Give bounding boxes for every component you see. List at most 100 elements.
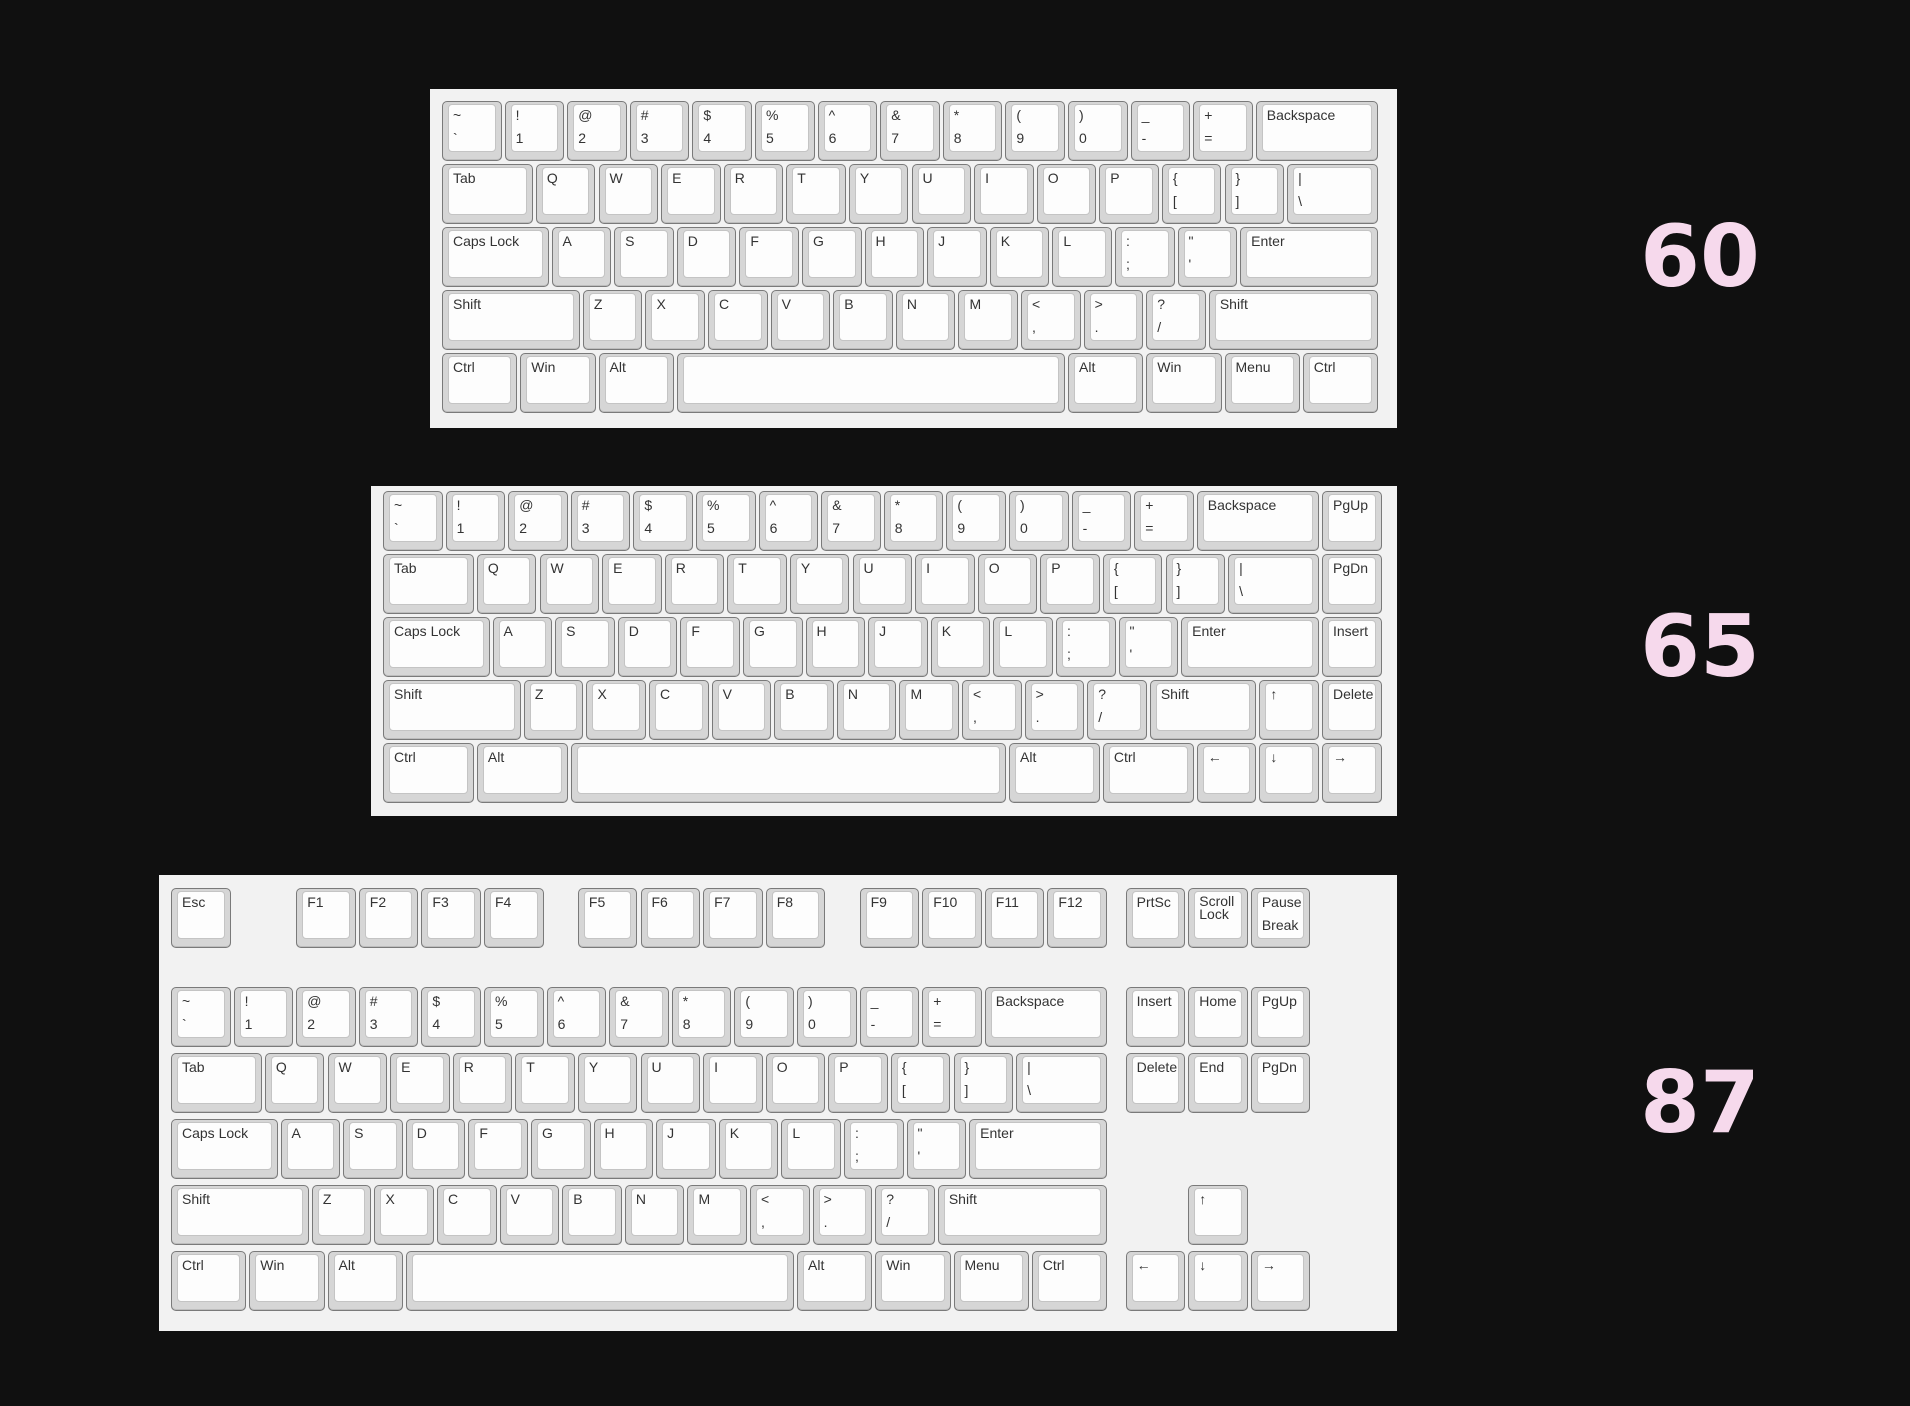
key-h[interactable]: H: [864, 227, 925, 287]
key-z[interactable]: Z: [311, 1185, 372, 1245]
key-tab[interactable]: Tab: [383, 554, 474, 614]
key-b[interactable]: B: [833, 290, 893, 350]
key-ctrl[interactable]: Ctrl: [1031, 1251, 1107, 1311]
key-l[interactable]: L: [1052, 227, 1112, 287]
key-7[interactable]: & 7: [880, 101, 940, 161]
key-shift[interactable]: Shift: [171, 1185, 309, 1245]
key-win[interactable]: Win: [875, 1251, 951, 1311]
key-q[interactable]: Q: [535, 164, 596, 224]
key-menu[interactable]: Menu: [953, 1251, 1029, 1311]
key-7[interactable]: & 7: [821, 491, 881, 551]
key-left-bracket[interactable]: {[: [890, 1053, 951, 1113]
key-j[interactable]: J: [656, 1119, 716, 1179]
key-4[interactable]: $4: [692, 101, 752, 161]
key-quote[interactable]: " ': [1177, 227, 1238, 287]
key-backslash[interactable]: | \: [1228, 554, 1319, 614]
key-r[interactable]: R: [664, 554, 725, 614]
key-q[interactable]: Q: [264, 1053, 325, 1113]
key-b[interactable]: B: [774, 680, 834, 740]
key-l[interactable]: L: [993, 617, 1053, 677]
key-k[interactable]: K: [718, 1119, 779, 1179]
key-equal[interactable]: + =: [1193, 101, 1253, 161]
key-shift[interactable]: Shift: [937, 1185, 1107, 1245]
key-5[interactable]: % 5: [484, 987, 544, 1047]
key-w[interactable]: W: [539, 554, 600, 614]
key-1[interactable]: ! 1: [445, 491, 506, 551]
key-2[interactable]: @2: [567, 101, 627, 161]
key-y[interactable]: Y: [789, 554, 850, 614]
key-f4[interactable]: F4: [484, 888, 544, 948]
key-f[interactable]: F: [739, 227, 799, 287]
key-t[interactable]: T: [727, 554, 787, 614]
key-u[interactable]: U: [911, 164, 972, 224]
key-k[interactable]: K: [989, 227, 1050, 287]
key-menu[interactable]: Menu: [1224, 353, 1300, 413]
key-minus[interactable]: _ -: [1071, 491, 1132, 551]
key-l[interactable]: L: [781, 1119, 841, 1179]
key-insert[interactable]: Insert: [1322, 617, 1382, 677]
key-q[interactable]: Q: [476, 554, 537, 614]
key-d[interactable]: D: [405, 1119, 466, 1179]
key-win[interactable]: Win: [520, 353, 596, 413]
key-u[interactable]: U: [852, 554, 913, 614]
key-v[interactable]: V: [711, 680, 772, 740]
key-6[interactable]: ^ 6: [817, 101, 878, 161]
key-f9[interactable]: F9: [859, 888, 920, 948]
key-right-bracket[interactable]: }]: [1224, 164, 1285, 224]
key-9[interactable]: (9: [1005, 101, 1065, 161]
key-9[interactable]: (9: [946, 491, 1006, 551]
key-slash[interactable]: ? /: [1087, 680, 1147, 740]
key-alt[interactable]: Alt: [797, 1251, 873, 1311]
key-u[interactable]: U: [640, 1053, 701, 1113]
key-s[interactable]: S: [614, 227, 674, 287]
key-scroll-lock[interactable]: Scroll Lock: [1188, 888, 1248, 948]
key-f1[interactable]: F1: [296, 888, 356, 948]
key-o[interactable]: O: [765, 1053, 826, 1113]
key-o[interactable]: O: [977, 554, 1038, 614]
key-h[interactable]: H: [593, 1119, 654, 1179]
key-comma[interactable]: <,: [962, 680, 1022, 740]
key-minus[interactable]: _ -: [1130, 101, 1191, 161]
key-alt[interactable]: Alt: [1009, 743, 1100, 803]
key-5[interactable]: % 5: [755, 101, 815, 161]
key-caps-lock[interactable]: Caps Lock: [442, 227, 549, 287]
key-win[interactable]: Win: [249, 1251, 325, 1311]
key-0[interactable]: ) 0: [1009, 491, 1069, 551]
key-r[interactable]: R: [452, 1053, 513, 1113]
key-x[interactable]: X: [645, 290, 706, 350]
key-n[interactable]: N: [836, 680, 897, 740]
key-e[interactable]: E: [390, 1053, 450, 1113]
key-ctrl[interactable]: Ctrl: [1102, 743, 1194, 803]
key-3[interactable]: #3: [629, 101, 690, 161]
key-f11[interactable]: F11: [984, 888, 1045, 948]
key-ctrl[interactable]: Ctrl: [171, 1251, 247, 1311]
key-backspace[interactable]: Backspace: [1196, 491, 1319, 551]
key-down-arrow[interactable]: ↓: [1188, 1251, 1248, 1311]
key-x[interactable]: X: [586, 680, 647, 740]
key-up-arrow[interactable]: ↑: [1188, 1185, 1248, 1245]
key-caps-lock[interactable]: Caps Lock: [171, 1119, 278, 1179]
key-h[interactable]: H: [805, 617, 866, 677]
key-period[interactable]: >.: [812, 1185, 873, 1245]
key-slash[interactable]: ? /: [1146, 290, 1206, 350]
key-pgdn[interactable]: PgDn: [1250, 1053, 1311, 1113]
key-delete[interactable]: Delete: [1125, 1053, 1186, 1113]
key-r[interactable]: R: [723, 164, 784, 224]
key-f2[interactable]: F2: [358, 888, 419, 948]
key-f5[interactable]: F5: [577, 888, 638, 948]
key-caps-lock[interactable]: Caps Lock: [383, 617, 490, 677]
key-4[interactable]: $4: [421, 987, 481, 1047]
key-2[interactable]: @2: [508, 491, 568, 551]
key-tilde[interactable]: ~ `: [442, 101, 502, 161]
key-k[interactable]: K: [930, 617, 991, 677]
key-f[interactable]: F: [468, 1119, 528, 1179]
key-f3[interactable]: F3: [421, 888, 481, 948]
key-2[interactable]: @2: [296, 987, 356, 1047]
key-z[interactable]: Z: [523, 680, 584, 740]
key-g[interactable]: G: [801, 227, 862, 287]
key-pgup[interactable]: PgUp: [1322, 491, 1382, 551]
key-e[interactable]: E: [661, 164, 721, 224]
key-v[interactable]: V: [499, 1185, 560, 1245]
key-right-bracket[interactable]: }]: [953, 1053, 1014, 1113]
key-space[interactable]: [405, 1251, 794, 1311]
